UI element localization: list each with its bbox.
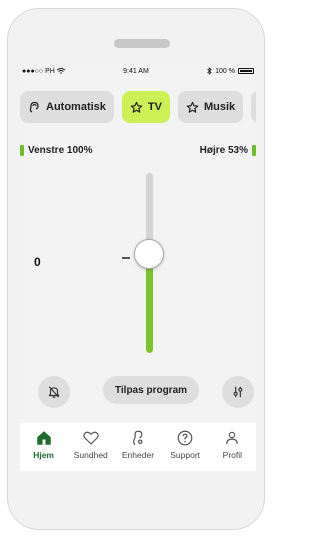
tab-label: Hjem bbox=[33, 450, 54, 460]
tab-hjem[interactable]: Hjem bbox=[21, 429, 67, 460]
mute-icon bbox=[48, 386, 60, 398]
program-tv-chip[interactable]: TV bbox=[121, 91, 170, 123]
right-aid-label: Højre 53% bbox=[199, 145, 248, 156]
program-automatisk-chip[interactable]: Automatisk bbox=[20, 91, 114, 123]
left-battery-icon bbox=[20, 145, 24, 156]
phone-frame: ●●●○○ PH 9:41 AM 100 % Automatisk TV Mus… bbox=[7, 8, 265, 530]
bottom-tab-bar: Hjem Sundhed Enheder Support Profil bbox=[20, 423, 256, 471]
tab-profil[interactable]: Profil bbox=[209, 429, 255, 460]
status-time: 9:41 AM bbox=[123, 67, 149, 75]
status-bar: ●●●○○ PH 9:41 AM 100 % bbox=[20, 65, 256, 77]
volume-slider-thumb[interactable] bbox=[134, 239, 164, 269]
right-aid-status: Højre 53% bbox=[200, 145, 256, 156]
program-more-chip[interactable] bbox=[251, 91, 256, 123]
volume-center-mark bbox=[122, 257, 130, 259]
mute-button[interactable] bbox=[38, 376, 70, 408]
hearing-aid-icon bbox=[133, 430, 143, 446]
program-label: TV bbox=[147, 101, 162, 113]
tab-label: Support bbox=[170, 450, 201, 460]
home-icon bbox=[36, 431, 51, 445]
phone-speaker bbox=[114, 39, 170, 48]
program-musik-chip[interactable]: Musik bbox=[177, 91, 244, 123]
program-label: Automatisk bbox=[46, 101, 106, 113]
battery-icon bbox=[237, 68, 254, 74]
equalizer-button[interactable] bbox=[222, 376, 254, 408]
help-icon bbox=[177, 430, 193, 446]
tab-label: Enheder bbox=[121, 450, 155, 460]
profile-icon bbox=[226, 431, 239, 445]
star-icon bbox=[186, 101, 199, 113]
ear-icon bbox=[29, 101, 39, 113]
program-selector: Automatisk TV Musik bbox=[20, 91, 256, 123]
hearing-aid-status: Venstre 100% Højre 53% bbox=[20, 145, 256, 156]
program-label: Musik bbox=[203, 101, 236, 113]
tab-label: Sundhed bbox=[73, 450, 108, 460]
tune-program-button[interactable]: Tilpas program bbox=[103, 376, 199, 404]
volume-value: 0 bbox=[34, 255, 41, 269]
star-icon bbox=[130, 101, 143, 113]
right-battery-icon bbox=[252, 145, 256, 156]
tab-sundhed[interactable]: Sundhed bbox=[68, 429, 114, 460]
carrier-label: ●●●○○ PH bbox=[22, 67, 55, 75]
battery-percent: 100 % bbox=[215, 67, 235, 75]
heart-icon bbox=[83, 431, 99, 445]
left-aid-status: Venstre 100% bbox=[20, 145, 93, 156]
wifi-icon bbox=[56, 68, 65, 74]
equalizer-icon bbox=[233, 386, 243, 398]
tab-enheder[interactable]: Enheder bbox=[115, 429, 161, 460]
left-aid-label: Venstre 100% bbox=[28, 145, 93, 156]
app-screen: ●●●○○ PH 9:41 AM 100 % Automatisk TV Mus… bbox=[20, 65, 256, 471]
tab-label: Profil bbox=[222, 450, 243, 460]
tab-support[interactable]: Support bbox=[162, 429, 208, 460]
bluetooth-icon bbox=[207, 67, 212, 75]
